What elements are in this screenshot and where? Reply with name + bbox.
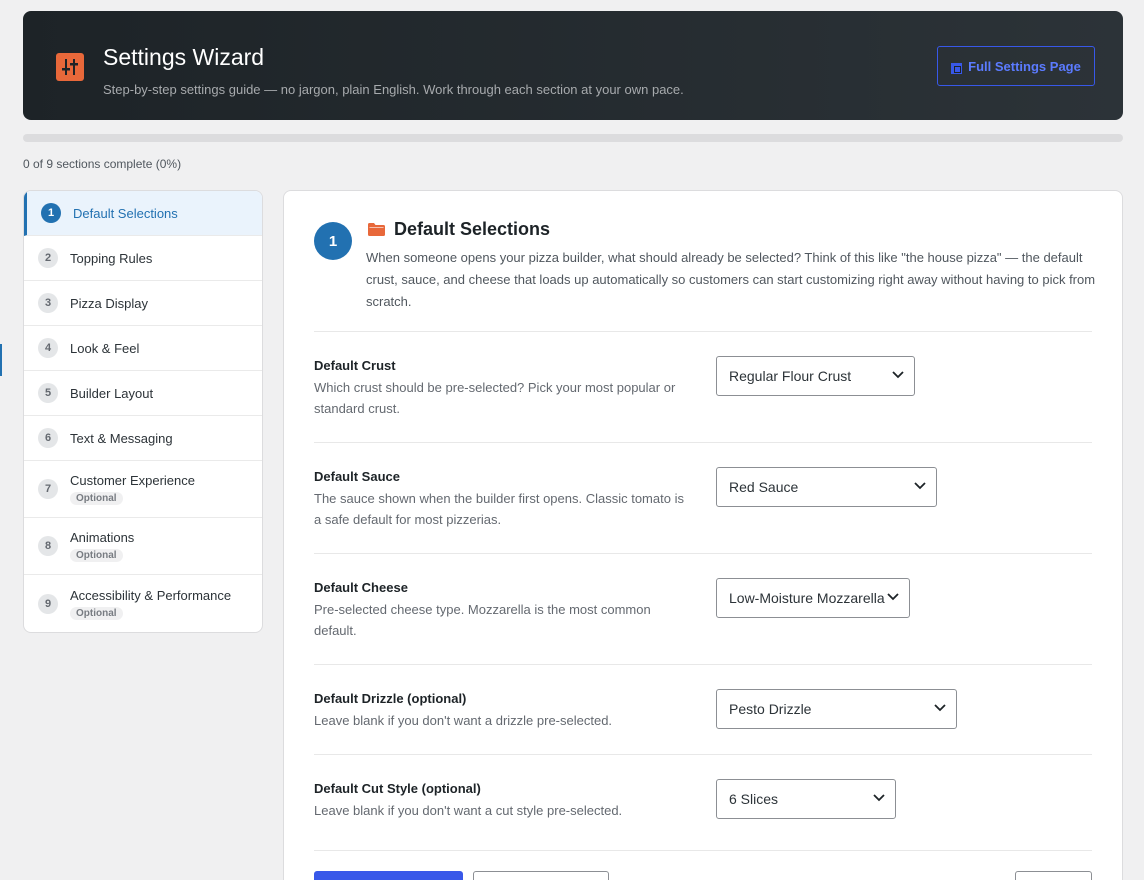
step-number: 7 [38,479,58,499]
sidebar-item-label: Builder Layout [70,385,154,401]
full-settings-label: Full Settings Page [968,58,1081,74]
sidebar-item-label: Default Selections [73,205,178,221]
default-cut-style-select[interactable]: 6 Slices [716,779,896,819]
sidebar-item-pizza-display[interactable]: 3 Pizza Display [24,281,262,326]
sidebar-item-look-feel[interactable]: 4 Look & Feel [24,326,262,371]
default-cheese-help: Pre-selected cheese type. Mozzarella is … [314,602,651,638]
select-value: Low-Moisture Mozzarella [729,590,885,606]
step-number: 1 [41,203,61,223]
sidebar-item-label: Accessibility & Performance [70,587,232,603]
select-value: Regular Flour Crust [729,368,852,384]
chevron-down-icon [873,794,885,802]
sidebar-item-text-messaging[interactable]: 6 Text & Messaging [24,416,262,461]
next-button[interactable] [1015,871,1092,880]
sidebar-item-label: Text & Messaging [70,430,173,446]
step-number: 2 [38,248,58,268]
default-cut-style-label: Default Cut Style (optional) [314,781,481,796]
select-value: 6 Slices [729,791,779,807]
settings-sliders-icon [56,53,84,81]
default-crust-help: Which crust should be pre-selected? Pick… [314,380,676,416]
sidebar-item-builder-layout[interactable]: 5 Builder Layout [24,371,262,416]
optional-badge: Optional [70,549,123,562]
default-crust-label: Default Crust [314,358,396,373]
step-number: 9 [38,593,58,614]
divider [314,664,1092,665]
wizard-header: Settings Wizard Step-by-step settings gu… [23,11,1123,120]
default-sauce-label: Default Sauce [314,469,400,484]
left-edge-marker [0,344,2,376]
settings-page-icon [951,63,963,74]
step-number: 6 [38,428,58,448]
default-drizzle-label: Default Drizzle (optional) [314,691,467,706]
page-subtitle: Step-by-step settings guide — no jargon,… [103,82,684,97]
chevron-down-icon [887,593,899,601]
sidebar-item-label: Topping Rules [70,250,153,266]
sidebar-item-accessibility-performance[interactable]: 9 Accessibility & Performance Optional [24,575,262,632]
section-panel: 1 Default Selections When someone opens … [283,190,1123,880]
sidebar-item-topping-rules[interactable]: 2 Topping Rules [24,236,262,281]
progress-text: 0 of 9 sections complete (0%) [23,157,182,171]
primary-action-button[interactable] [314,871,463,880]
default-cheese-select[interactable]: Low-Moisture Mozzarella [716,578,910,618]
sidebar-item-label: Pizza Display [70,295,149,311]
default-cut-style-help: Leave blank if you don't want a cut styl… [314,803,623,818]
default-crust-select[interactable]: Regular Flour Crust [716,356,915,396]
sidebar-item-label: Customer Experience [70,473,195,488]
chevron-down-icon [892,371,904,379]
default-drizzle-help: Leave blank if you don't want a drizzle … [314,713,613,728]
select-value: Red Sauce [729,479,799,495]
default-cheese-label: Default Cheese [314,580,408,595]
select-value: Pesto Drizzle [729,701,812,717]
section-description: When someone opens your pizza builder, w… [366,250,1096,309]
default-drizzle-select[interactable]: Pesto Drizzle [716,689,957,729]
divider [314,553,1092,554]
sidebar-nav: 1 Default Selections 2 Topping Rules 3 P… [23,190,263,633]
folder-icon [368,223,385,236]
divider [314,442,1092,443]
optional-badge: Optional [70,606,123,620]
step-number: 4 [38,338,58,358]
default-sauce-help: The sauce shown when the builder first o… [314,491,684,527]
page-title: Settings Wizard [103,44,265,70]
divider [314,331,1092,332]
chevron-down-icon [914,482,926,490]
sidebar-item-default-selections[interactable]: 1 Default Selections [24,191,262,236]
step-number: 3 [38,293,58,313]
sidebar-item-customer-experience[interactable]: 7 Customer Experience Optional [24,461,262,518]
optional-badge: Optional [70,492,123,505]
secondary-action-button[interactable] [473,871,609,880]
chevron-down-icon [934,704,946,712]
step-number: 5 [38,383,58,403]
progress-bar [23,134,1123,142]
section-title: Default Selections [394,219,551,239]
sidebar-item-label: Animations [70,530,135,545]
divider [314,754,1092,755]
sidebar-item-animations[interactable]: 8 Animations Optional [24,518,262,575]
default-sauce-select[interactable]: Red Sauce [716,467,937,507]
step-number: 8 [38,536,58,556]
sidebar-item-label: Look & Feel [70,340,140,356]
section-step-number: 1 [314,222,352,260]
full-settings-button[interactable]: Full Settings Page [937,46,1095,86]
divider [314,850,1092,851]
